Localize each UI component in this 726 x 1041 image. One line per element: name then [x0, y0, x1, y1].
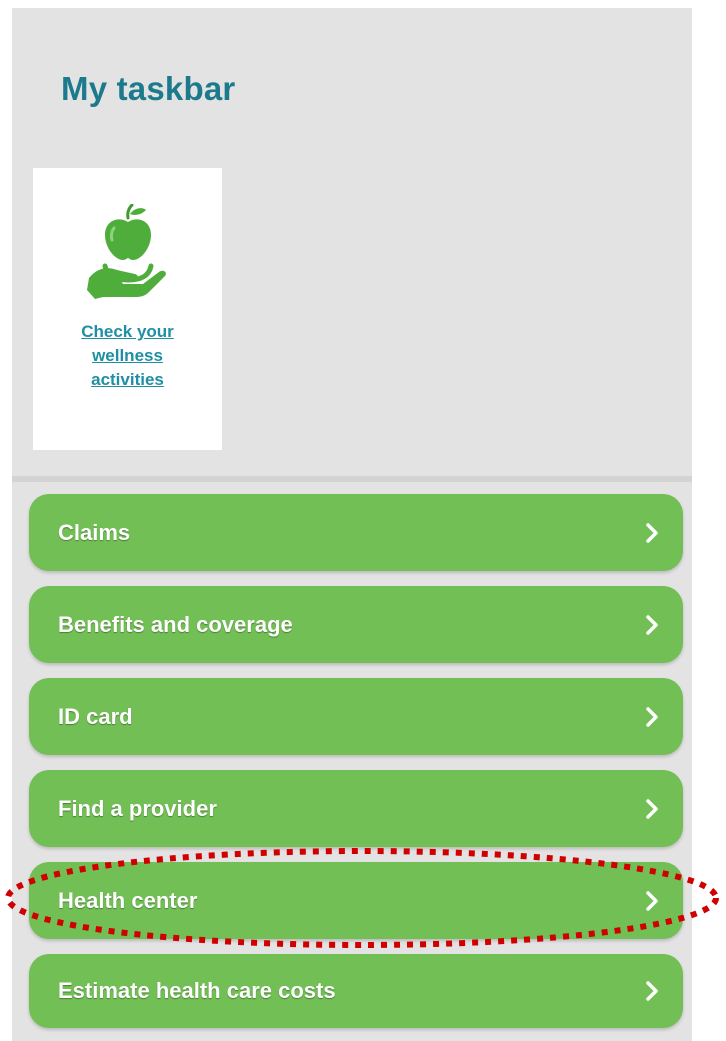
chevron-right-icon	[646, 798, 658, 819]
page-title: My taskbar	[61, 70, 236, 107]
nav-item-id-card[interactable]: ID card	[29, 678, 683, 755]
nav-item-label: Estimate health care costs	[58, 978, 336, 1003]
nav-item-estimate-health-care-costs[interactable]: Estimate health care costs	[29, 954, 683, 1028]
nav-item-label: Health center	[58, 887, 198, 913]
divider	[12, 476, 692, 482]
nav-item-health-center[interactable]: Health center	[29, 862, 683, 939]
chevron-right-icon	[646, 522, 658, 543]
nav-item-label: Find a provider	[58, 795, 217, 821]
taskbar-nav: Claims Benefits and coverage ID card Fin…	[29, 494, 683, 1028]
wellness-tile[interactable]: Check your wellness activities	[33, 168, 222, 450]
nav-item-benefits-and-coverage[interactable]: Benefits and coverage	[29, 586, 683, 663]
nav-item-label: Benefits and coverage	[58, 611, 293, 637]
nav-item-claims[interactable]: Claims	[29, 494, 683, 571]
nav-item-label: Claims	[58, 519, 131, 545]
apple-in-hand-icon	[87, 204, 166, 299]
chevron-right-icon	[646, 981, 658, 1001]
nav-item-label: ID card	[58, 703, 133, 729]
chevron-right-icon	[646, 614, 658, 635]
chevron-right-icon	[646, 890, 658, 911]
wellness-activities-link[interactable]: Check your wellness activities	[33, 320, 222, 392]
nav-item-find-a-provider[interactable]: Find a provider	[29, 770, 683, 847]
chevron-right-icon	[646, 706, 658, 727]
